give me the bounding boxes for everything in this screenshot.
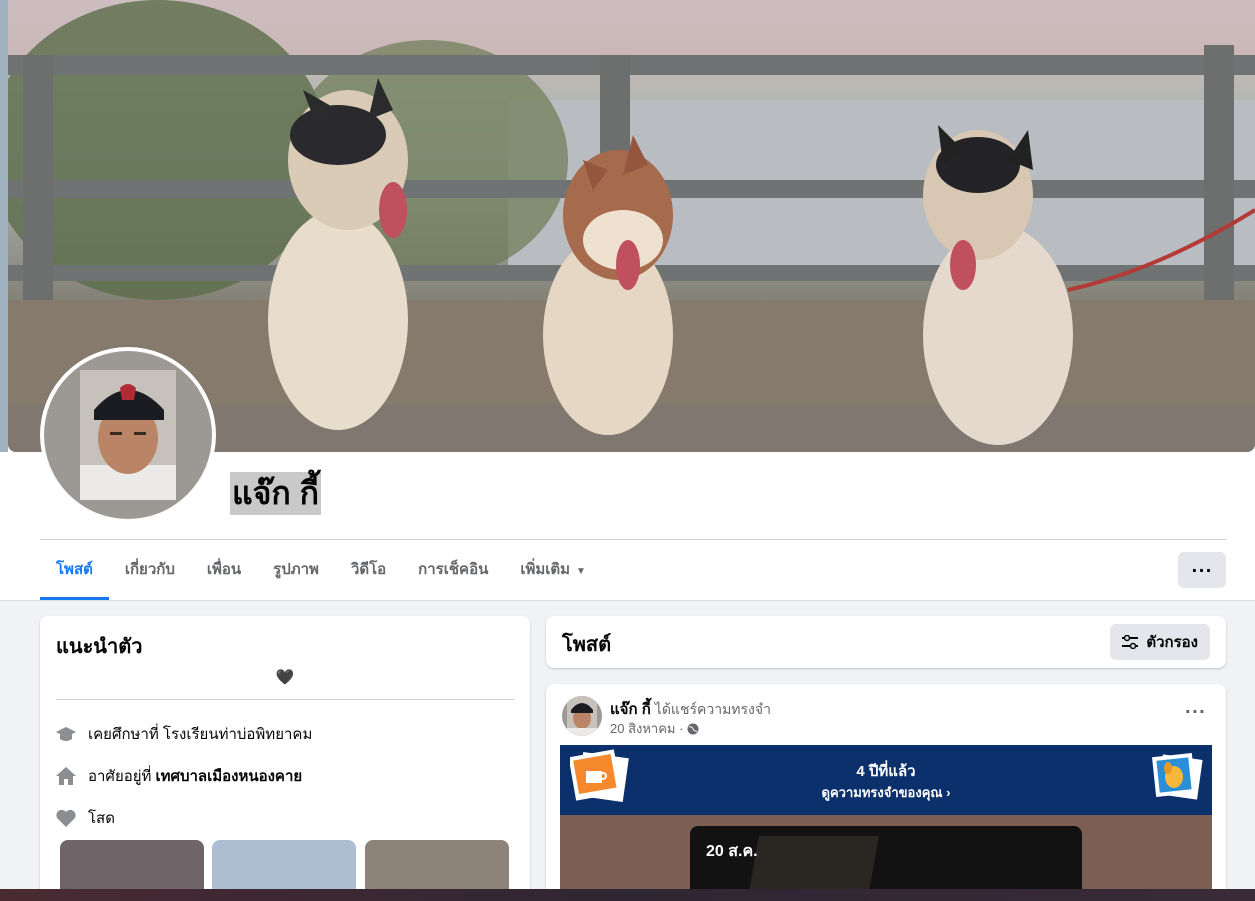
intro-bio: 🖤 bbox=[275, 668, 295, 686]
memory-photo-date: 20 ส.ค. bbox=[706, 843, 758, 860]
memory-banner: 4 ปีที่แล้ว ดูความทรงจำของคุณ › bbox=[560, 745, 1212, 815]
tab-videos[interactable]: วิดีโอ bbox=[335, 541, 402, 600]
posts-header: โพสต์ ตัวกรอง bbox=[546, 616, 1226, 668]
header-divider bbox=[40, 539, 1226, 540]
home-icon bbox=[56, 766, 76, 786]
profile-avatar[interactable] bbox=[40, 347, 216, 523]
tab-photos[interactable]: รูปภาพ bbox=[257, 541, 335, 600]
cover-edge bbox=[0, 0, 8, 452]
profile-name: แจ๊ก กี้ bbox=[230, 472, 322, 515]
filter-button[interactable]: ตัวกรอง bbox=[1110, 624, 1210, 660]
profile-tabs: โพสต์ เกี่ยวกับ เพื่อน รูปภาพ วิดีโอ การ… bbox=[40, 541, 602, 600]
intro-relationship: โสด bbox=[56, 806, 115, 830]
graduation-cap-icon bbox=[56, 724, 76, 744]
globe-icon bbox=[687, 723, 699, 735]
tab-checkins[interactable]: การเช็คอิน bbox=[402, 541, 504, 600]
posts-title: โพสต์ bbox=[562, 634, 612, 656]
sliders-icon bbox=[1122, 635, 1139, 649]
profile-more-button[interactable]: ··· bbox=[1178, 552, 1226, 588]
memory-dog-icon bbox=[1152, 753, 1203, 800]
tabs-divider bbox=[0, 600, 1255, 601]
post-author-avatar[interactable] bbox=[562, 696, 602, 736]
intro-card: แนะนำตัว 🖤 เคยศึกษาที่ โรงเรียนท่าบ่อพิท… bbox=[40, 616, 530, 901]
profile-header: แจ๊ก กี้ โพสต์ เกี่ยวกับ เพื่อน รูปภาพ ว… bbox=[0, 0, 1255, 600]
memory-link[interactable]: ดูความทรงจำของคุณ › bbox=[560, 782, 1212, 803]
intro-title: แนะนำตัว bbox=[56, 636, 143, 658]
post-menu-button[interactable]: ··· bbox=[1185, 702, 1206, 721]
chevron-right-icon: › bbox=[946, 785, 951, 800]
memory-years: 4 ปีที่แล้ว bbox=[856, 763, 916, 780]
tab-about[interactable]: เกี่ยวกับ bbox=[109, 541, 191, 600]
tab-friends[interactable]: เพื่อน bbox=[191, 541, 257, 600]
post-meta: 20 สิงหาคม · bbox=[610, 718, 699, 739]
intro-education: เคยศึกษาที่ โรงเรียนท่าบ่อพิทยาคม bbox=[56, 722, 312, 746]
post-date[interactable]: 20 สิงหาคม · bbox=[610, 718, 683, 739]
tab-posts[interactable]: โพสต์ bbox=[40, 541, 109, 600]
tab-more[interactable]: เพิ่มเติม ▼ bbox=[504, 541, 602, 600]
post-author-name[interactable]: แจ๊ก กี้ bbox=[610, 701, 651, 718]
intro-location: อาศัยอยู่ที่ เทศบาลเมืองหนองคาย bbox=[56, 764, 302, 788]
os-taskbar bbox=[0, 889, 1255, 901]
intro-divider bbox=[56, 699, 514, 700]
memory-post: แจ๊ก กี้ ได้แชร์ความทรงจำ 20 สิงหาคม · ··… bbox=[546, 684, 1226, 901]
heart-icon bbox=[56, 808, 76, 828]
location-link[interactable]: เทศบาลเมืองหนองคาย bbox=[155, 764, 302, 788]
caret-down-icon: ▼ bbox=[576, 566, 586, 577]
